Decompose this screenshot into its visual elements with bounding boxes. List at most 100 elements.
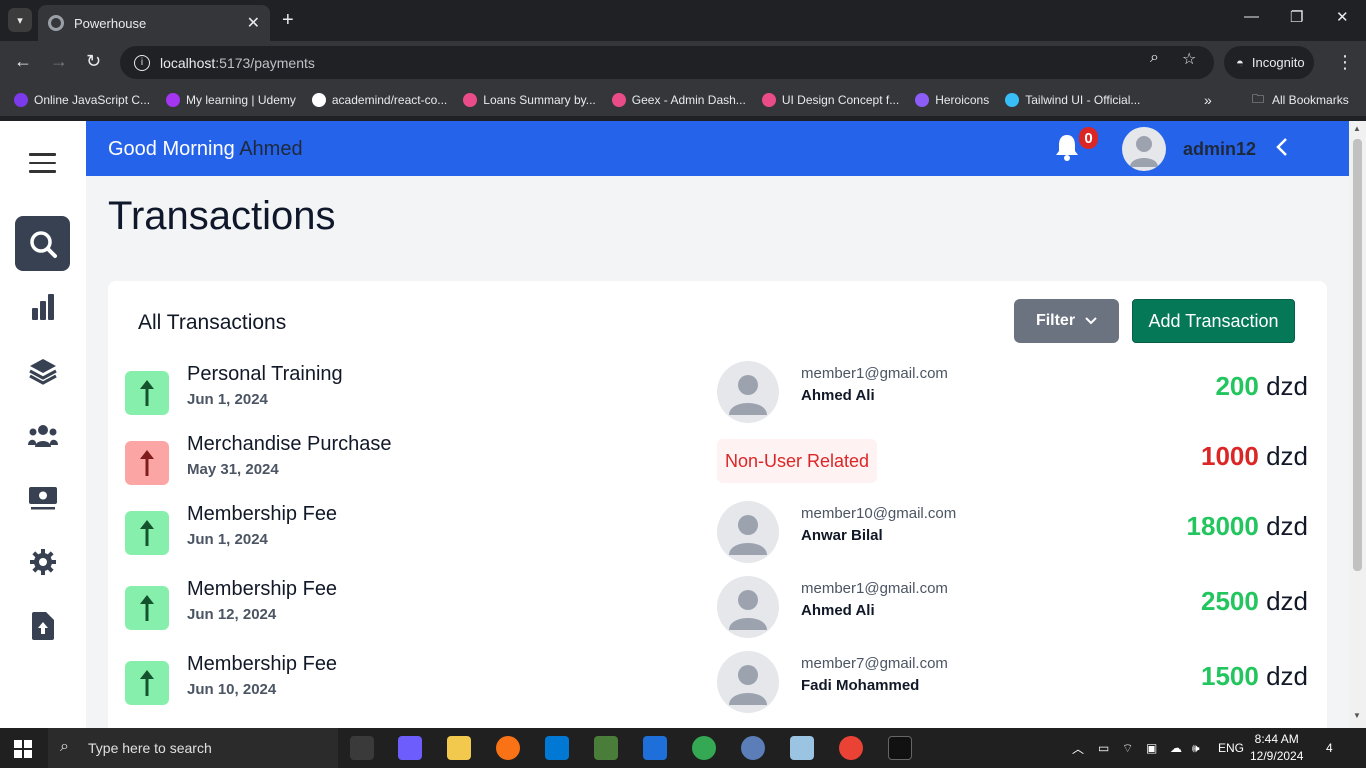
- transaction-date: May 31, 2024: [187, 461, 279, 478]
- table-row[interactable]: Merchandise Purchase May 31, 2024 Non-Us…: [108, 433, 1327, 511]
- avatar[interactable]: [1122, 127, 1166, 171]
- more-bookmarks-icon[interactable]: »: [1204, 92, 1212, 108]
- reload-icon[interactable]: ↻: [86, 51, 101, 72]
- notification-center-icon[interactable]: 4: [1326, 728, 1333, 768]
- camera-icon[interactable]: ▣: [1146, 728, 1157, 768]
- sidebar: [0, 121, 86, 728]
- add-transaction-button[interactable]: Add Transaction: [1132, 299, 1295, 343]
- transaction-date: Jun 12, 2024: [187, 606, 277, 623]
- postman-icon[interactable]: [496, 736, 520, 760]
- transaction-title: Membership Fee: [187, 578, 338, 600]
- arrow-up-icon: [125, 371, 169, 415]
- avatar: [717, 501, 779, 563]
- chrome-incognito-icon[interactable]: [839, 736, 863, 760]
- incognito-indicator[interactable]: ◓ Incognito: [1224, 46, 1314, 79]
- transaction-title: Membership Fee: [187, 653, 338, 675]
- minimize-icon[interactable]: —: [1244, 8, 1259, 25]
- bookmark-item[interactable]: Loans Summary by...: [463, 93, 596, 107]
- bookmark-item[interactable]: Heroicons: [915, 93, 989, 107]
- table-row[interactable]: Membership Fee Jun 12, 2024 member1@gmai…: [108, 576, 1327, 656]
- transaction-amount: 200 dzd: [1215, 371, 1308, 401]
- bookmark-item[interactable]: Online JavaScript C...: [14, 93, 150, 107]
- bookmark-item[interactable]: Geex - Admin Dash...: [611, 93, 746, 107]
- scroll-down-icon[interactable]: ▼: [1353, 711, 1361, 720]
- gear-icon[interactable]: [15, 534, 70, 589]
- bookmark-item[interactable]: My learning | Udemy: [166, 93, 296, 107]
- r-icon[interactable]: [741, 736, 765, 760]
- scroll-up-icon[interactable]: ▲: [1353, 124, 1361, 133]
- table-row[interactable]: Membership Fee Jun 1, 2024 member10@gmai…: [108, 501, 1327, 581]
- layers-icon[interactable]: [15, 343, 70, 398]
- language-indicator[interactable]: ENG: [1218, 728, 1244, 768]
- volume-icon[interactable]: 🕪: [1192, 728, 1200, 768]
- tray-chevron-icon[interactable]: ︿: [1072, 728, 1084, 768]
- windows-start-icon[interactable]: [14, 740, 32, 758]
- zoom-icon[interactable]: ⌕: [1150, 49, 1159, 67]
- transaction-date: Jun 1, 2024: [187, 531, 268, 548]
- address-bar[interactable]: i localhost:5173/payments: [120, 46, 1214, 79]
- terminal-icon[interactable]: [888, 736, 912, 760]
- money-icon[interactable]: [15, 470, 70, 525]
- all-bookmarks-button[interactable]: 🗀 All Bookmarks: [1252, 84, 1349, 116]
- file-explorer-icon[interactable]: [447, 736, 471, 760]
- new-tab-icon[interactable]: +: [282, 9, 294, 32]
- back-icon[interactable]: ←: [14, 51, 32, 72]
- browser-menu-icon[interactable]: ⋮: [1336, 52, 1354, 73]
- chrome-icon[interactable]: [692, 736, 716, 760]
- chart-icon[interactable]: [15, 279, 70, 334]
- member-name: Ahmed Ali: [801, 602, 875, 619]
- vscode-icon[interactable]: [545, 736, 569, 760]
- users-icon[interactable]: [15, 407, 70, 462]
- arrow-up-icon: [125, 441, 169, 485]
- member-name: Fadi Mohammed: [801, 677, 920, 694]
- username[interactable]: admin12: [1183, 139, 1256, 160]
- cloud-icon[interactable]: ☁: [1170, 728, 1182, 768]
- wifi-icon[interactable]: ⌔: [1122, 728, 1133, 768]
- copilot-icon[interactable]: [398, 736, 422, 760]
- filter-button[interactable]: Filter: [1014, 299, 1119, 343]
- chevron-left-icon[interactable]: [1276, 137, 1288, 163]
- app-icon[interactable]: [790, 736, 814, 760]
- task-view-icon[interactable]: [350, 736, 374, 760]
- card-title: All Transactions: [138, 311, 287, 334]
- file-upload-icon[interactable]: [15, 598, 70, 653]
- forward-icon[interactable]: →: [50, 51, 68, 72]
- dribbble-icon: [761, 93, 776, 107]
- tab-search-icon[interactable]: ▾: [8, 8, 32, 32]
- url-host: localhost: [160, 54, 216, 71]
- close-window-icon[interactable]: ✕: [1336, 8, 1349, 26]
- restore-icon[interactable]: ❐: [1290, 8, 1303, 26]
- transaction-amount: 1000 dzd: [1201, 441, 1308, 471]
- search-icon[interactable]: [15, 216, 70, 271]
- bookmark-item[interactable]: UI Design Concept f...: [761, 93, 899, 107]
- avatar: [717, 576, 779, 638]
- clock[interactable]: 8:44 AM 12/9/2024: [1250, 731, 1303, 765]
- page-scrollbar[interactable]: ▲ ▼: [1349, 121, 1366, 728]
- transaction-title: Personal Training: [187, 363, 343, 385]
- close-tab-icon[interactable]: ✕: [247, 13, 260, 33]
- table-row[interactable]: Personal Training Jun 1, 2024 member1@gm…: [108, 361, 1327, 441]
- app-icon[interactable]: [594, 736, 618, 760]
- taskbar: ⌕ Type here to search ︿ ▭ ⌔ ▣ ☁ 🕪 ENG 8:…: [0, 728, 1366, 768]
- arrow-up-icon: [125, 661, 169, 705]
- app-icon[interactable]: [643, 736, 667, 760]
- site-info-icon[interactable]: i: [134, 54, 150, 71]
- transaction-date: Jun 10, 2024: [187, 681, 277, 698]
- transaction-title: Merchandise Purchase: [187, 433, 392, 455]
- bookmark-item[interactable]: Tailwind UI - Official...: [1005, 93, 1140, 107]
- table-row[interactable]: Membership Fee Jun 10, 2024 member7@gmai…: [108, 651, 1327, 728]
- dribbble-icon: [611, 93, 626, 107]
- bookmark-item[interactable]: academind/react-co...: [311, 93, 447, 107]
- browser-tab[interactable]: Powerhouse ✕: [38, 5, 270, 41]
- member-email: member10@gmail.com: [801, 505, 957, 522]
- scrollbar-thumb[interactable]: [1353, 139, 1362, 571]
- member-email: member7@gmail.com: [801, 655, 948, 672]
- browser-toolbar: ← → ↻ i localhost:5173/payments ⌕ ☆ ◓ In…: [0, 41, 1366, 84]
- member-name: Ahmed Ali: [801, 387, 875, 404]
- menu-icon[interactable]: [29, 153, 56, 179]
- star-icon[interactable]: ☆: [1182, 49, 1196, 69]
- bookmark-favicon-icon: [166, 93, 181, 107]
- taskbar-search[interactable]: ⌕ Type here to search: [48, 728, 338, 768]
- battery-icon[interactable]: ▭: [1098, 728, 1109, 768]
- transaction-date: Jun 1, 2024: [187, 391, 268, 408]
